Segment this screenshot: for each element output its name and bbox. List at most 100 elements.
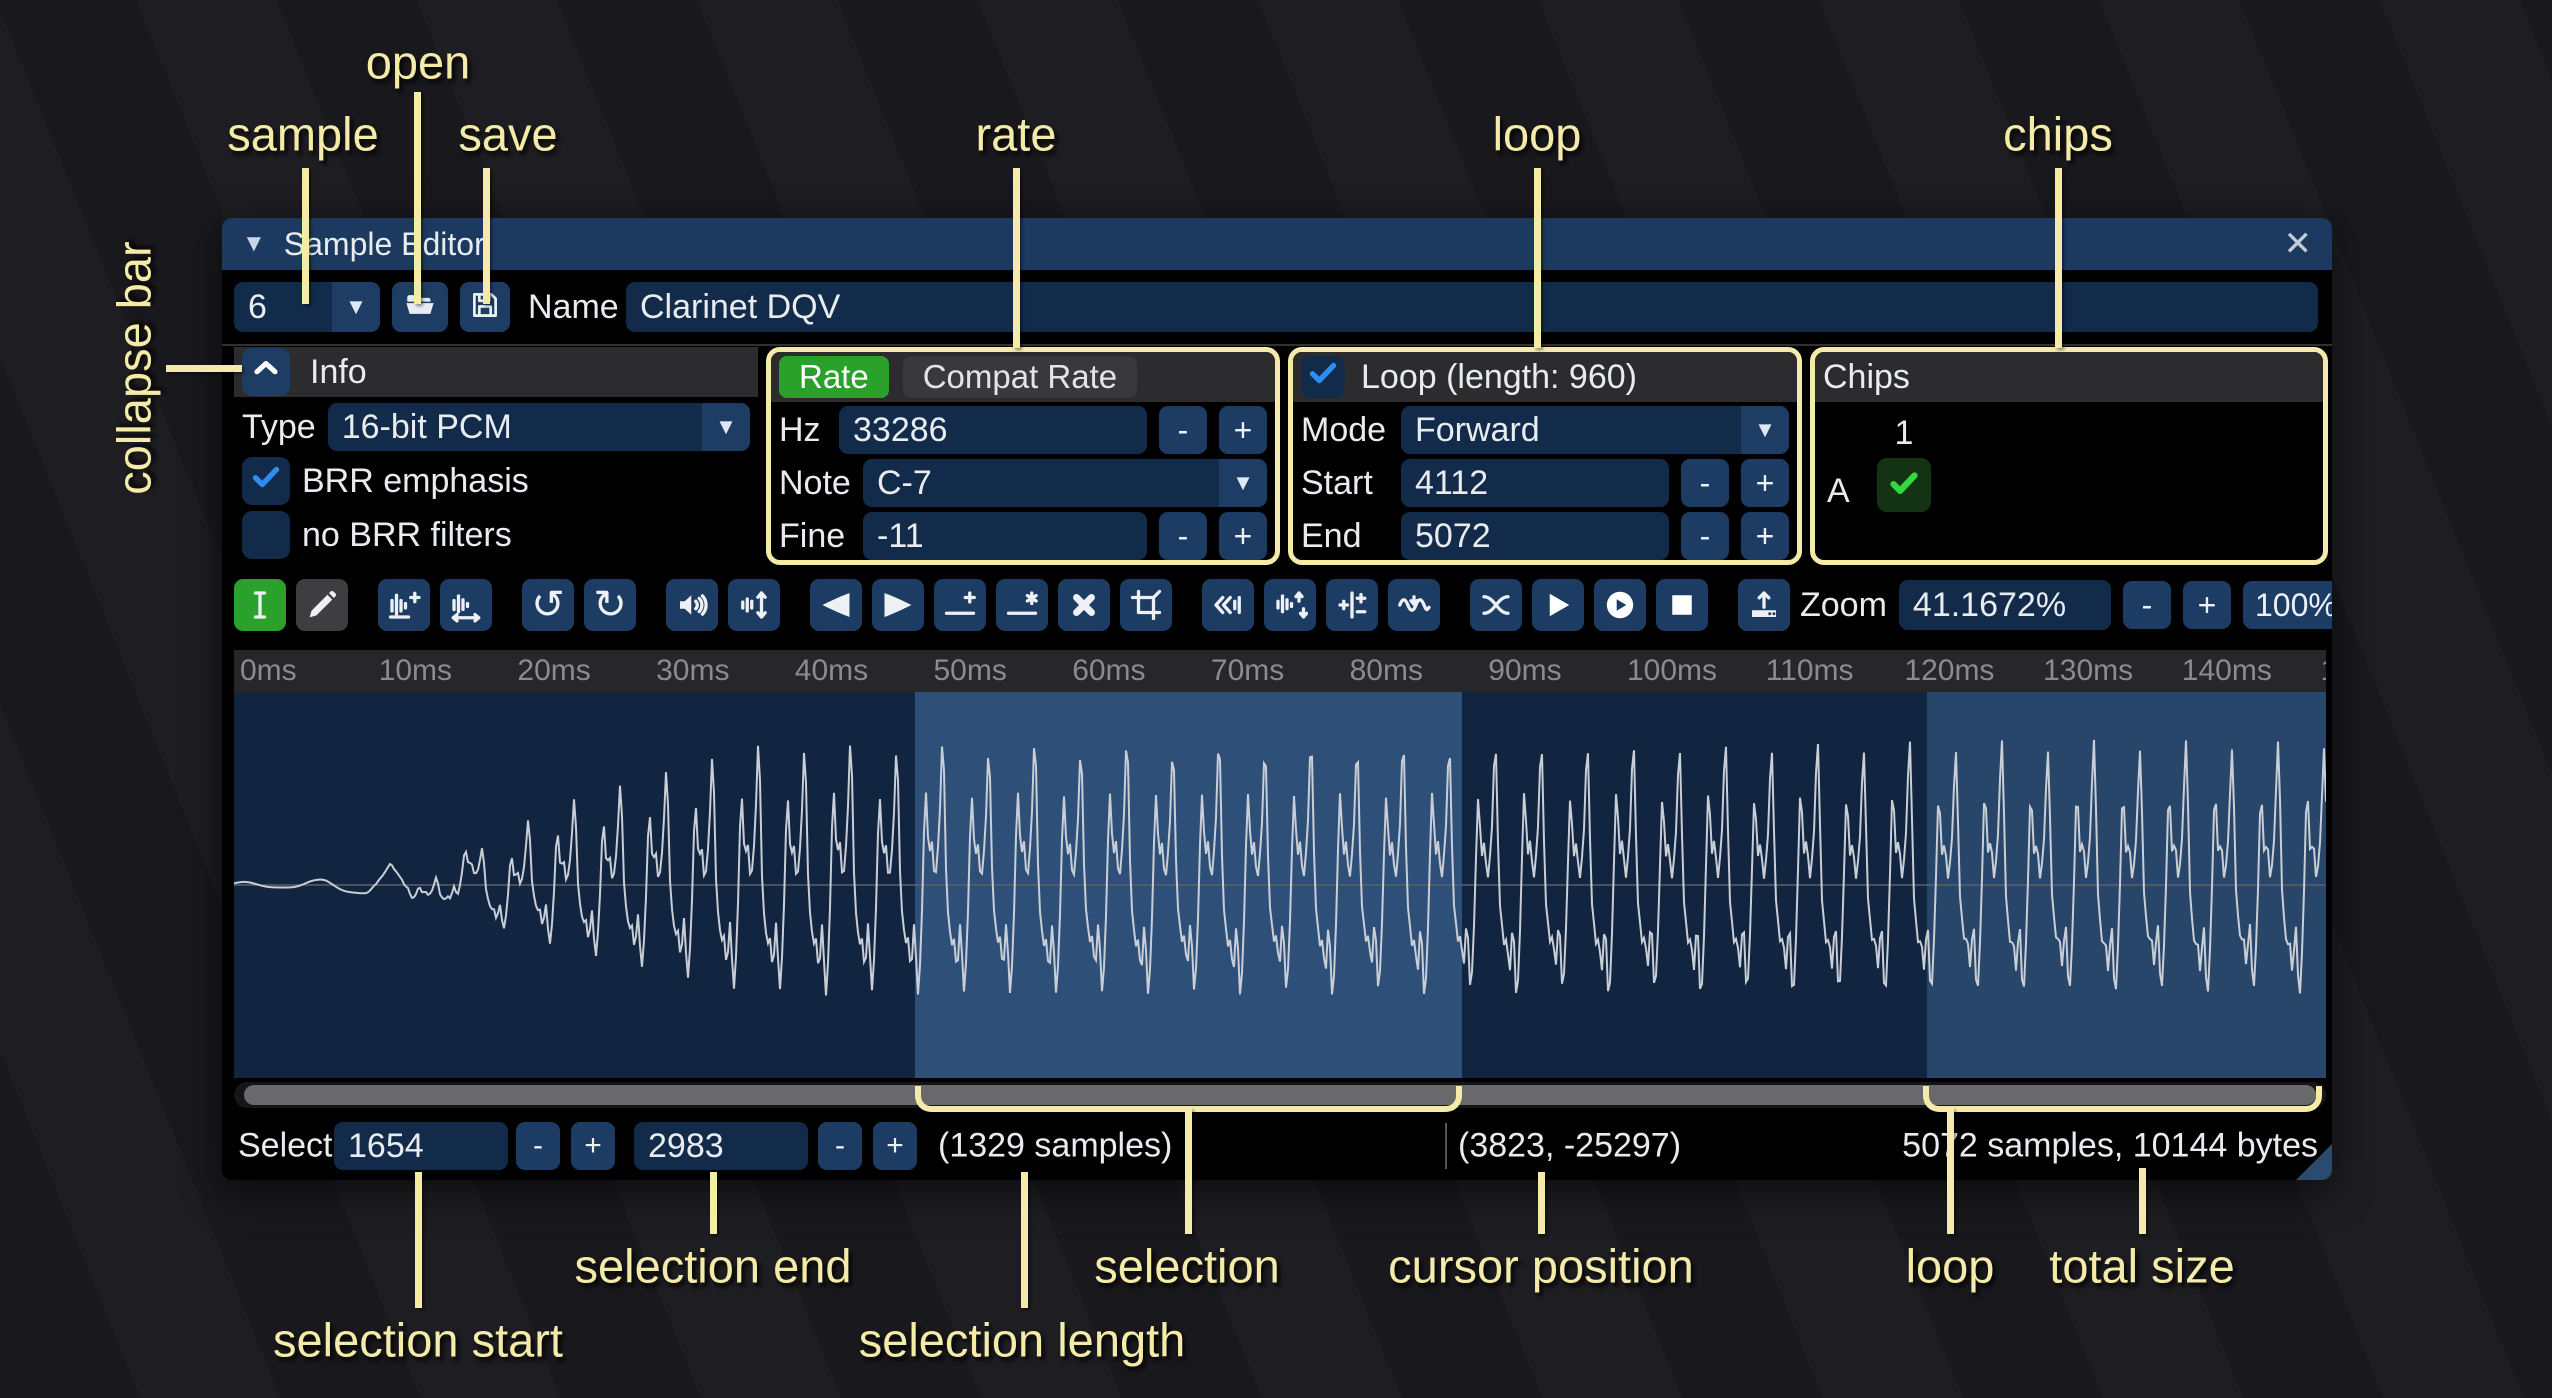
chevron-down-icon: ▼ (702, 403, 750, 451)
annotation-selection-start-label: selection start (273, 1313, 563, 1368)
chip-enable-checkbox[interactable] (1877, 458, 1931, 512)
brr-emphasis-checkbox[interactable] (242, 457, 290, 505)
filter-button[interactable] (1388, 579, 1440, 631)
waveform-scrollbar[interactable] (234, 1082, 2326, 1108)
reverse-button[interactable] (1202, 579, 1254, 631)
apply-silence-button[interactable] (996, 579, 1048, 631)
edit-select-button[interactable] (234, 579, 286, 631)
zoom-reset-button[interactable]: 100% (2243, 581, 2332, 629)
waveform-plot (234, 692, 2326, 1078)
resize-grip[interactable] (2296, 1144, 2332, 1180)
loop-mode-dropdown[interactable]: Forward ▼ (1401, 406, 1789, 454)
type-label: Type (242, 408, 316, 447)
ruler-label: 30ms (656, 654, 729, 688)
selection-end-input[interactable]: 2983 (634, 1122, 808, 1170)
scrollbar-thumb[interactable] (244, 1085, 2316, 1105)
hz-minus-button[interactable]: - (1159, 406, 1207, 454)
note-dropdown[interactable]: C-7 ▼ (863, 459, 1267, 507)
selection-end-plus-button[interactable]: + (873, 1122, 917, 1170)
selection-start-plus-button[interactable]: + (571, 1122, 615, 1170)
window-title: Sample Editor (284, 226, 485, 263)
fine-input[interactable]: -11 (863, 512, 1147, 560)
resample-button[interactable] (440, 579, 492, 631)
no-brr-filters-checkbox[interactable] (242, 511, 290, 559)
sample-selector-value: 6 (234, 282, 332, 332)
ruler-label: 50ms (934, 654, 1007, 688)
make-instrument-button[interactable] (1738, 579, 1790, 631)
save-sample-button[interactable] (460, 282, 510, 332)
amplify-button[interactable] (666, 579, 718, 631)
stop-button[interactable] (1656, 579, 1708, 631)
close-icon[interactable]: ✕ (2284, 224, 2313, 264)
ruler-label: 130ms (2043, 654, 2133, 688)
insert-silence-button[interactable] (934, 579, 986, 631)
cursor-position-text: (3823, -25297) (1458, 1127, 1681, 1166)
preview-button[interactable] (1532, 579, 1584, 631)
edit-draw-button[interactable] (296, 579, 348, 631)
undo-button[interactable]: ↺ (522, 579, 574, 631)
type-dropdown[interactable]: 16-bit PCM ▼ (328, 403, 750, 451)
selection-end-minus-button[interactable]: - (818, 1122, 862, 1170)
annotation-chips-label: chips (2003, 107, 2113, 162)
invert-button[interactable] (1264, 579, 1316, 631)
loop-end-plus-button[interactable]: + (1741, 512, 1789, 560)
trim-button[interactable] (1120, 579, 1172, 631)
window-titlebar[interactable]: ▼ Sample Editor ✕ (222, 218, 2332, 270)
fade-in-button[interactable] (810, 579, 862, 631)
hz-plus-button[interactable]: + (1219, 406, 1267, 454)
annotation-selection-label: selection (1094, 1239, 1280, 1294)
annotation-selection-start-line (415, 1172, 422, 1308)
chevron-down-icon[interactable]: ▼ (332, 282, 380, 332)
preview-cursor-button[interactable] (1594, 579, 1646, 631)
check-icon (1305, 355, 1341, 400)
chevron-down-icon: ▼ (1219, 459, 1267, 507)
chips-section: Chips 1 A (1810, 347, 2328, 565)
open-sample-button[interactable] (392, 282, 448, 332)
selection-start-minus-button[interactable]: - (516, 1122, 560, 1170)
delete-button[interactable] (1058, 579, 1110, 631)
crossfade-button[interactable] (1470, 579, 1522, 631)
fade-out-button[interactable] (872, 579, 924, 631)
zoom-input[interactable]: 41.1672% (1899, 580, 2111, 630)
zoom-out-button[interactable]: - (2123, 581, 2171, 629)
selection-start-input[interactable]: 1654 (334, 1122, 508, 1170)
fine-plus-button[interactable]: + (1219, 512, 1267, 560)
tab-compat-rate[interactable]: Compat Rate (903, 356, 1137, 398)
loop-end-input[interactable]: 5072 (1401, 512, 1669, 560)
signed-unsigned-button[interactable] (1326, 579, 1378, 631)
name-input[interactable]: Clarinet DQV (626, 282, 2318, 332)
ruler-label: 40ms (795, 654, 868, 688)
ruler-label: 60ms (1072, 654, 1145, 688)
check-icon (248, 459, 284, 504)
hz-input[interactable]: 33286 (839, 406, 1147, 454)
tab-rate[interactable]: Rate (779, 356, 889, 398)
zoom-in-button[interactable]: + (2183, 581, 2231, 629)
rate-section: Rate Compat Rate Hz 33286 - + Note C-7 ▼… (766, 347, 1280, 565)
collapse-bar-button[interactable] (242, 348, 290, 396)
loop-start-input[interactable]: 4112 (1401, 459, 1669, 507)
normalize-button[interactable] (728, 579, 780, 631)
info-section: Info Type 16-bit PCM ▼ BRR emphasis no B… (234, 347, 758, 565)
status-bar: Select: 1654 - + 2983 - + (1329 samples)… (222, 1112, 2332, 1180)
annotation-selection-length-line (1021, 1172, 1028, 1308)
loop-enable-checkbox[interactable] (1301, 356, 1345, 398)
loop-start-minus-button[interactable]: - (1681, 459, 1729, 507)
selection-length-text: (1329 samples) (938, 1127, 1172, 1166)
resize-button[interactable] (378, 579, 430, 631)
ruler-label: 10ms (379, 654, 452, 688)
annotation-loop-bottom-label: loop (1906, 1239, 1995, 1294)
fine-label: Fine (779, 517, 851, 556)
status-divider (1445, 1123, 1447, 1169)
annotation-cursor-label: cursor position (1388, 1239, 1694, 1294)
loop-end-minus-button[interactable]: - (1681, 512, 1729, 560)
fine-minus-button[interactable]: - (1159, 512, 1207, 560)
window-collapse-triangle-icon[interactable]: ▼ (242, 230, 266, 258)
total-size-text: 5072 samples, 10144 bytes (1902, 1127, 2318, 1166)
waveform-view[interactable] (234, 692, 2326, 1078)
sample-selector[interactable]: 6 ▼ (234, 282, 380, 332)
ruler-label: 0ms (240, 654, 297, 688)
ruler-label: 150ms (2321, 654, 2327, 688)
info-header: Info (310, 353, 367, 392)
loop-start-plus-button[interactable]: + (1741, 459, 1789, 507)
redo-button[interactable]: ↻ (584, 579, 636, 631)
